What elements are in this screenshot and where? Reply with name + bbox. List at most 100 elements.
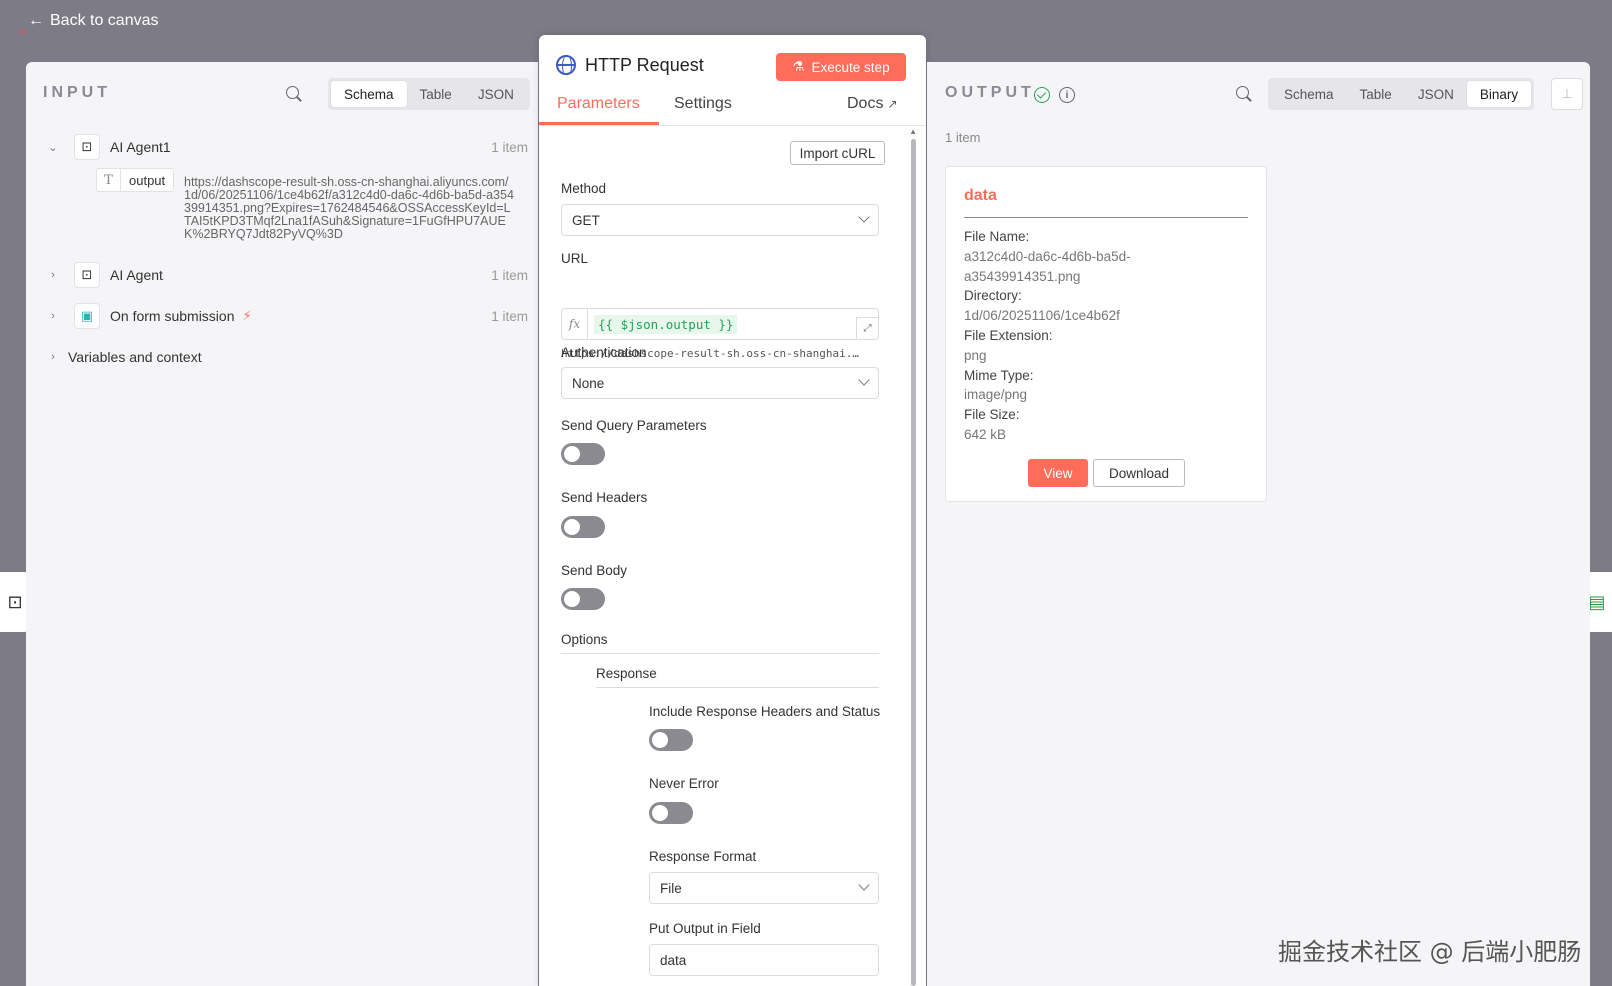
item-count: 1 item [491,308,528,324]
robot-icon: ⊡ [74,134,100,160]
trigger-bolt-icon: ⚡ [242,308,252,323]
input-view-schema[interactable]: Schema [331,81,407,107]
options-label: Options [561,632,608,647]
output-title: OUTPUT [945,84,1035,101]
file-size-label: File Size: [964,407,1020,423]
card-divider [964,217,1248,218]
response-format-label: Response Format [649,849,757,864]
method-select[interactable]: GET [561,204,879,236]
field-tag-output[interactable]: T output [96,168,175,192]
response-divider [596,687,879,688]
tab-settings[interactable]: Settings [674,95,732,113]
never-error-label: Never Error [649,776,719,791]
output-field-input[interactable]: data [649,944,879,976]
download-button[interactable]: Download [1093,459,1185,487]
file-size-value: 642 kB [964,426,1007,442]
tab-parameters[interactable]: Parameters [557,95,640,113]
authentication-label: Authentication [561,345,647,360]
input-panel: INPUT Schema Table JSON ⌄ ⊡ AI Agent1 1 … [26,62,538,986]
chevron-right-icon[interactable]: › [46,269,60,281]
send-query-toggle[interactable] [561,443,605,465]
flask-icon: ⚗ [792,59,805,74]
globe-icon [556,55,576,75]
back-to-canvas-link[interactable]: ← Back to canvas [28,12,159,30]
import-curl-button[interactable]: Import cURL [790,141,885,165]
chevron-right-icon[interactable]: › [46,310,60,322]
field-value: https://dashscope-result-sh.oss-cn-shang… [184,175,514,241]
include-headers-label: Include Response Headers and Status [649,704,881,719]
parameters-body: ▲ Import cURL Method GET URL fx {{ $json… [539,127,926,986]
mime-type-value: image/png [964,387,1028,403]
output-view-binary[interactable]: Binary [1466,81,1532,107]
file-name-line1: a312c4d0-da6c-4d6b-ba5d- [964,248,1131,264]
never-error-toggle[interactable] [649,802,693,824]
directory-label: Directory: [964,288,1022,304]
output-view-schema[interactable]: Schema [1271,81,1347,107]
chevron-down-icon[interactable]: ⌄ [46,141,60,154]
input-view-table[interactable]: Table [407,81,465,107]
text-type-icon: T [97,169,121,191]
output-field-value: data [660,952,687,968]
output-panel: OUTPUT i Schema Table JSON Binary ⊥ 1 it… [927,62,1590,986]
scroll-up-icon[interactable]: ▲ [909,127,917,136]
search-icon[interactable] [1236,86,1252,102]
execute-label: Execute step [811,59,890,75]
send-body-label: Send Body [561,563,628,578]
method-label: Method [561,181,607,196]
url-label: URL [561,251,589,266]
file-name-line2: a35439914351.png [964,268,1081,284]
variables-label: Variables and context [68,349,202,365]
node-tabs: Parameters Settings Docs ↗ [539,89,926,125]
item-count: 1 item [491,139,528,155]
field-key: output [129,172,166,188]
send-headers-toggle[interactable] [561,516,605,538]
chevron-right-icon[interactable]: › [46,351,60,363]
url-expression-input[interactable]: fx {{ $json.output }} ⤢ [561,308,879,340]
scrollbar[interactable] [911,139,916,986]
authentication-value: None [572,375,605,391]
response-format-value: File [660,880,682,896]
variables-context-row[interactable]: › Variables and context [46,342,528,372]
chevron-down-icon [858,374,870,386]
tree-node-form-submission[interactable]: › ▣ On form submission ⚡ 1 item [46,301,528,331]
output-field-label: Put Output in Field [649,921,761,936]
directory-value: 1d/06/20251106/1ce4b62f [964,308,1120,324]
input-view-switch: Schema Table JSON [328,78,530,110]
binary-metadata: File Name: a312c4d0-da6c-4d6b-ba5d- a354… [964,227,1254,445]
execute-step-button[interactable]: ⚗ Execute step [776,53,906,81]
authentication-select[interactable]: None [561,367,879,399]
input-title: INPUT [43,84,111,101]
watermark-text: 掘金技术社区 @ 后端小肥肠 [1278,938,1582,966]
output-item-count: 1 item [945,130,981,145]
node-parameters-panel: HTTP Request ⚗ Execute step Parameters S… [539,35,926,986]
active-tab-indicator [539,122,659,125]
view-button[interactable]: View [1028,459,1088,487]
output-view-switch: Schema Table JSON Binary [1268,78,1535,110]
info-icon[interactable]: i [1059,87,1075,103]
output-view-table[interactable]: Table [1347,81,1405,107]
file-name-label: File Name: [964,229,1030,244]
send-body-toggle[interactable] [561,588,605,610]
response-format-select[interactable]: File [649,872,879,904]
external-link-icon: ↗ [887,97,898,111]
node-title: HTTP Request [585,55,704,75]
expand-editor-icon[interactable]: ⤢ [856,317,878,339]
send-query-label: Send Query Parameters [561,418,707,433]
docs-label: Docs [847,95,884,112]
pin-icon[interactable]: ⊥ [1551,78,1583,110]
node-name: AI Agent1 [110,139,171,155]
method-value: GET [572,212,600,228]
file-extension-label: File Extension: [964,327,1053,343]
include-headers-toggle[interactable] [649,729,693,751]
workflow-logo-icon: ∞ [18,24,27,38]
file-extension-value: png [964,347,987,363]
search-icon[interactable] [286,86,302,102]
tree-node-ai-agent1[interactable]: ⌄ ⊡ AI Agent1 1 item [46,132,528,162]
robot-icon: ⊡ [74,262,100,288]
chevron-down-icon [858,211,870,223]
output-view-json[interactable]: JSON [1405,81,1467,107]
tab-docs[interactable]: Docs ↗ [847,95,898,113]
form-icon: ▣ [74,303,100,329]
tree-node-ai-agent[interactable]: › ⊡ AI Agent 1 item [46,260,528,290]
input-view-json[interactable]: JSON [465,81,527,107]
